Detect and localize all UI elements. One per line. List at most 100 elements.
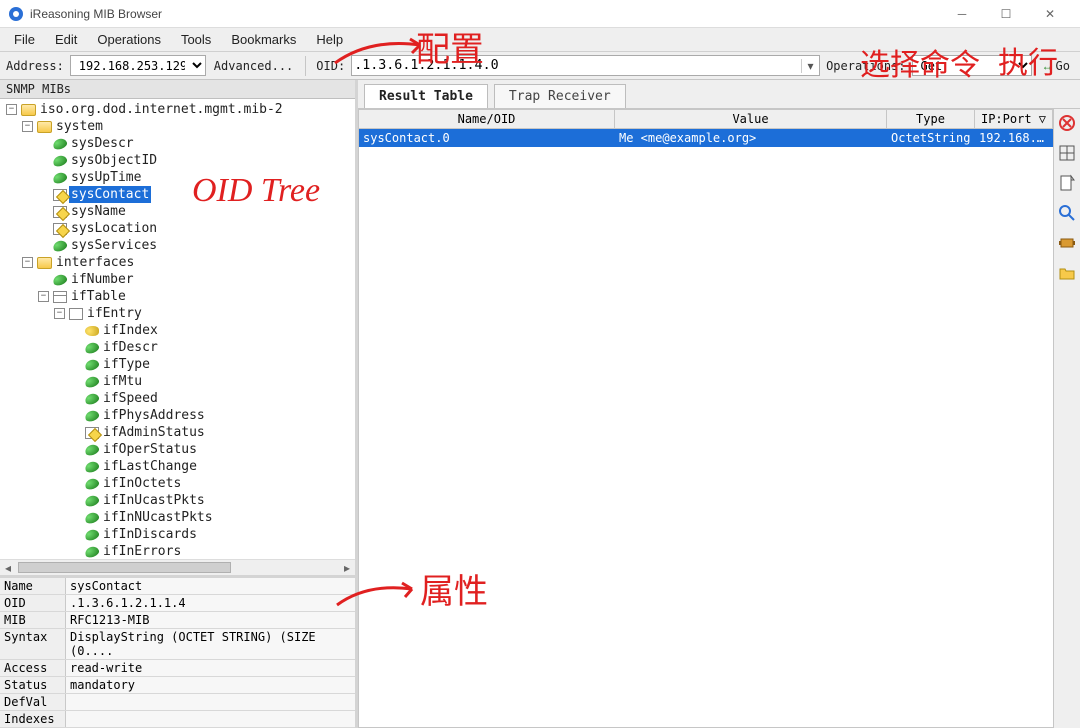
minimize-button[interactable]: ─ — [940, 0, 984, 28]
leaf-icon — [84, 459, 101, 473]
tree-item-sysservices[interactable]: sysServices — [36, 237, 355, 254]
oid-input[interactable] — [352, 56, 801, 75]
tab-result-table[interactable]: Result Table — [364, 84, 488, 108]
menu-edit[interactable]: Edit — [45, 29, 87, 50]
mibs-panel-title: SNMP MIBs — [0, 80, 355, 99]
header-name[interactable]: Name/OID — [359, 110, 615, 128]
detail-row-defval: DefVal — [0, 694, 355, 711]
go-button[interactable]: ↔ Go — [1036, 59, 1076, 73]
leaf-icon — [84, 527, 101, 541]
header-value[interactable]: Value — [615, 110, 887, 128]
header-ipport[interactable]: IP:Port ▽ — [975, 110, 1053, 128]
tree-item-ifinerrors[interactable]: ifInErrors — [68, 543, 355, 559]
leaf-icon — [52, 153, 69, 167]
window-title: iReasoning MIB Browser — [30, 7, 162, 21]
table-icon — [53, 291, 67, 303]
go-icon: ↔ — [1042, 59, 1054, 73]
tree-item-ifindiscards[interactable]: ifInDiscards — [68, 526, 355, 543]
tree-item-ifphysaddress[interactable]: ifPhysAddress — [68, 407, 355, 424]
tree-item-sysdescr[interactable]: sysDescr — [36, 135, 355, 152]
menu-bookmarks[interactable]: Bookmarks — [221, 29, 306, 50]
tree-item-ifindex[interactable]: ifIndex — [68, 322, 355, 339]
leaf-icon — [52, 136, 69, 150]
tree-item-ifdescr[interactable]: ifDescr — [68, 339, 355, 356]
leaf-icon — [53, 206, 67, 218]
menu-file[interactable]: File — [4, 29, 45, 50]
tree-item-syscontact[interactable]: sysContact — [36, 186, 355, 203]
leaf-icon — [85, 326, 99, 336]
menu-tools[interactable]: Tools — [171, 29, 221, 50]
menu-help[interactable]: Help — [306, 29, 353, 50]
mib-tree[interactable]: − iso.org.dod.internet.mgmt.mib-2 − syst… — [0, 99, 355, 559]
menu-operations[interactable]: Operations — [87, 29, 171, 50]
tool-new[interactable] — [1057, 173, 1077, 193]
tree-item-ifadminstatus[interactable]: ifAdminStatus — [68, 424, 355, 441]
header-type[interactable]: Type — [887, 110, 975, 128]
leaf-icon — [84, 544, 101, 558]
leaf-icon — [52, 238, 69, 252]
tool-grid[interactable] — [1057, 143, 1077, 163]
operations-label: Operations: — [824, 59, 907, 73]
tree-ifnumber[interactable]: ifNumber — [36, 271, 355, 288]
tree-item-ifinoctets[interactable]: ifInOctets — [68, 475, 355, 492]
detail-row-oid: OID.1.3.6.1.2.1.1.4 — [0, 595, 355, 612]
oid-label: OID: — [314, 59, 347, 73]
tree-item-iflastchange[interactable]: ifLastChange — [68, 458, 355, 475]
app-logo-icon — [8, 6, 24, 22]
tool-delete[interactable] — [1057, 113, 1077, 133]
tree-item-ifoperstatus[interactable]: ifOperStatus — [68, 441, 355, 458]
tree-item-syslocation[interactable]: sysLocation — [36, 220, 355, 237]
detail-row-mib: MIBRFC1213-MIB — [0, 612, 355, 629]
leaf-icon — [84, 374, 101, 388]
leaf-icon — [84, 408, 101, 422]
leaf-icon — [84, 357, 101, 371]
maximize-button[interactable]: ☐ — [984, 0, 1028, 28]
result-row[interactable]: sysContact.0 Me <me@example.org> OctetSt… — [359, 129, 1053, 147]
tool-component[interactable] — [1057, 233, 1077, 253]
tree-item-sysobjectid[interactable]: sysObjectID — [36, 152, 355, 169]
leaf-icon — [84, 391, 101, 405]
tool-open[interactable] — [1057, 263, 1077, 283]
leaf-icon — [85, 427, 99, 439]
detail-row-syntax: SyntaxDisplayString (OCTET STRING) (SIZE… — [0, 629, 355, 660]
oid-combo[interactable]: ▾ — [351, 55, 820, 76]
address-label: Address: — [4, 59, 66, 73]
tree-item-ifmtu[interactable]: ifMtu — [68, 373, 355, 390]
tree-iftable[interactable]: − ifTable — [36, 288, 355, 305]
leaf-icon — [53, 189, 67, 201]
toolbar: Address: 192.168.253.129 Advanced... OID… — [0, 52, 1080, 80]
tree-system[interactable]: − system — [20, 118, 355, 135]
result-table: Name/OID Value Type IP:Port ▽ sysContact… — [358, 109, 1054, 728]
leaf-icon — [84, 340, 101, 354]
separator — [305, 56, 306, 76]
leaf-icon — [84, 510, 101, 524]
tree-hscrollbar[interactable]: ◂▸ — [0, 559, 355, 575]
tree-item-iftype[interactable]: ifType — [68, 356, 355, 373]
leaf-icon — [53, 223, 67, 235]
chevron-down-icon[interactable]: ▾ — [801, 59, 819, 73]
title-bar: iReasoning MIB Browser ─ ☐ ✕ — [0, 0, 1080, 28]
right-tabs: Result Table Trap Receiver — [358, 80, 1080, 109]
tool-search[interactable] — [1057, 203, 1077, 223]
leaf-icon — [84, 493, 101, 507]
tree-interfaces[interactable]: − interfaces — [20, 254, 355, 271]
folder-icon — [37, 257, 52, 269]
tree-item-ifinucastpkts[interactable]: ifInUcastPkts — [68, 492, 355, 509]
folder-icon — [37, 121, 52, 133]
tab-trap-receiver[interactable]: Trap Receiver — [494, 84, 626, 108]
tree-item-sysuptime[interactable]: sysUpTime — [36, 169, 355, 186]
tree-root[interactable]: − iso.org.dod.internet.mgmt.mib-2 — [4, 101, 355, 118]
side-toolbar — [1054, 109, 1080, 728]
tree-item-sysname[interactable]: sysName — [36, 203, 355, 220]
leaf-icon — [84, 476, 101, 490]
tree-item-ifspeed[interactable]: ifSpeed — [68, 390, 355, 407]
tree-ifentry[interactable]: − ifEntry — [52, 305, 355, 322]
close-button[interactable]: ✕ — [1028, 0, 1072, 28]
advanced-button[interactable]: Advanced... — [210, 57, 297, 75]
menu-bar: File Edit Operations Tools Bookmarks Hel… — [0, 28, 1080, 52]
detail-row-name: NamesysContact — [0, 578, 355, 595]
detail-row-access: Accessread-write — [0, 660, 355, 677]
operations-combo[interactable]: Get — [912, 55, 1032, 76]
address-combo[interactable]: 192.168.253.129 — [70, 55, 206, 76]
tree-item-ifinnucastpkts[interactable]: ifInNUcastPkts — [68, 509, 355, 526]
